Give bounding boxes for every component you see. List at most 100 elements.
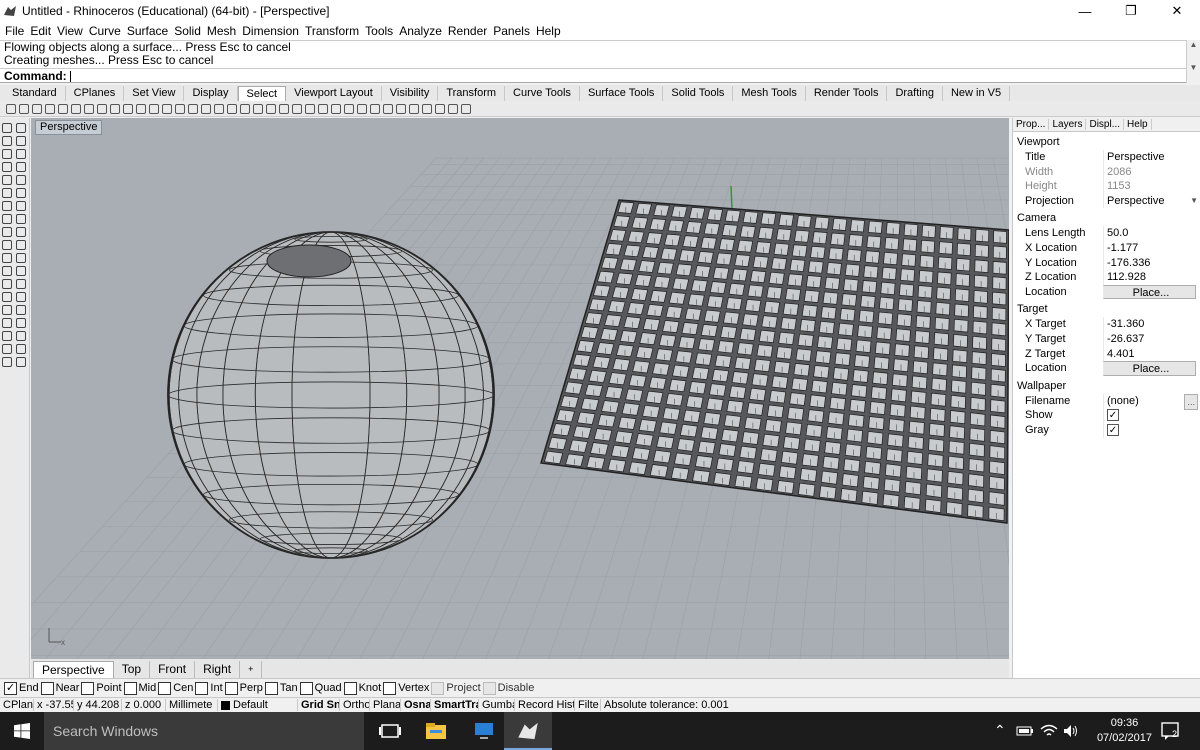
modeling-tool-icon[interactable] — [2, 227, 12, 237]
select-tool-icon[interactable] — [460, 103, 471, 114]
osnap-end[interactable]: ✓ End — [4, 681, 39, 695]
property-value[interactable]: Perspective — [1103, 150, 1200, 165]
select-tool-icon[interactable] — [135, 103, 146, 114]
scroll-up-icon[interactable]: ▲ — [1187, 40, 1200, 49]
modeling-tool-icon[interactable] — [16, 357, 26, 367]
action-center-icon[interactable]: 2 — [1160, 721, 1182, 741]
select-tool-icon[interactable] — [265, 103, 276, 114]
select-tool-icon[interactable] — [44, 103, 55, 114]
osnap-project[interactable]: Project — [431, 681, 481, 695]
select-tool-icon[interactable] — [434, 103, 445, 114]
modeling-tool-icon[interactable] — [2, 123, 12, 133]
units[interactable]: Millimete — [166, 699, 218, 711]
menu-solid[interactable]: Solid — [174, 24, 201, 38]
menu-surface[interactable]: Surface — [127, 24, 168, 38]
select-tool-icon[interactable] — [330, 103, 341, 114]
osnap-knot[interactable]: Knot — [343, 681, 381, 695]
modeling-tool-icon[interactable] — [16, 149, 26, 159]
tab-curve-tools[interactable]: Curve Tools — [505, 86, 580, 101]
select-tool-icon[interactable] — [70, 103, 81, 114]
select-tool-icon[interactable] — [421, 103, 432, 114]
modeling-tool-icon[interactable] — [16, 266, 26, 276]
modeling-tool-icon[interactable] — [16, 253, 26, 263]
menu-help[interactable]: Help — [536, 24, 561, 38]
tab-transform[interactable]: Transform — [438, 86, 506, 101]
osnap-checkbox[interactable] — [299, 681, 313, 695]
osnap-tan[interactable]: Tan — [264, 681, 298, 695]
filter-toggle[interactable]: Filte — [575, 699, 601, 711]
taskbar-clock[interactable]: 09:36 07/02/2017 — [1097, 716, 1152, 746]
scroll-down-icon[interactable]: ▼ — [1187, 63, 1200, 72]
tab-select[interactable]: Select — [237, 86, 287, 101]
modeling-tool-icon[interactable] — [2, 214, 12, 224]
tab-cplanes[interactable]: CPlanes — [66, 86, 125, 101]
osnap-checkbox[interactable]: ✓ — [4, 681, 17, 695]
current-layer[interactable]: Default — [218, 699, 298, 711]
cplane-label[interactable]: CPlane — [0, 699, 34, 711]
osnap-checkbox[interactable] — [40, 681, 54, 695]
menu-transform[interactable]: Transform — [305, 24, 359, 38]
menu-tools[interactable]: Tools — [365, 24, 393, 38]
command-scrollbar[interactable]: ▲ ▼ — [1186, 40, 1200, 83]
osnap-vertex[interactable]: Vertex — [383, 681, 429, 695]
modeling-tool-icon[interactable] — [2, 175, 12, 185]
menu-edit[interactable]: Edit — [30, 24, 51, 38]
property-value[interactable]: Perspective ▼ — [1103, 193, 1200, 209]
modeling-tool-icon[interactable] — [16, 331, 26, 341]
modeling-tool-icon[interactable] — [16, 123, 26, 133]
property-value[interactable]: -26.637 — [1103, 331, 1200, 347]
select-tool-icon[interactable] — [5, 103, 16, 114]
tab-mesh-tools[interactable]: Mesh Tools — [733, 86, 806, 101]
select-tool-icon[interactable] — [356, 103, 367, 114]
volume-icon[interactable] — [1062, 723, 1080, 739]
browse-button[interactable]: ... — [1184, 393, 1198, 410]
tab-right[interactable]: Right — [195, 661, 241, 678]
modeling-tool-icon[interactable] — [2, 149, 12, 159]
modeling-tool-icon[interactable] — [16, 175, 26, 185]
modeling-tool-icon[interactable] — [2, 188, 12, 198]
tab-front[interactable]: Front — [150, 661, 196, 678]
osnap-checkbox[interactable] — [264, 681, 278, 695]
select-tool-icon[interactable] — [369, 103, 380, 114]
ortho-toggle[interactable]: Ortho — [340, 699, 370, 711]
modeling-tool-icon[interactable] — [16, 227, 26, 237]
tab-visibility[interactable]: Visibility — [382, 86, 439, 101]
select-tool-icon[interactable] — [395, 103, 406, 114]
tab-perspective[interactable]: Perspective — [33, 661, 114, 678]
modeling-tool-icon[interactable] — [2, 253, 12, 263]
tab-properties[interactable]: Prop... — [1013, 119, 1050, 130]
select-tool-icon[interactable] — [187, 103, 198, 114]
modeling-tool-icon[interactable] — [16, 214, 26, 224]
select-tool-icon[interactable] — [161, 103, 172, 114]
tab-render-tools[interactable]: Render Tools — [806, 86, 888, 101]
tab-viewport-layout[interactable]: Viewport Layout — [286, 86, 382, 101]
osnap-near[interactable]: Near — [40, 681, 79, 695]
osnap-checkbox[interactable] — [343, 681, 357, 695]
checkbox-checked-icon[interactable]: ✓ — [1107, 424, 1119, 436]
chevron-down-icon[interactable]: ▼ — [1190, 194, 1198, 208]
display-app-icon[interactable] — [472, 719, 496, 743]
modeling-tool-icon[interactable] — [2, 162, 12, 172]
modeling-tool-icon[interactable] — [2, 318, 12, 328]
select-tool-icon[interactable] — [148, 103, 159, 114]
tab-layers[interactable]: Layers — [1049, 119, 1087, 130]
osnap-toggle[interactable]: Osna — [401, 699, 431, 711]
tab-standard[interactable]: Standard — [4, 86, 66, 101]
modeling-tool-icon[interactable] — [2, 331, 12, 341]
osnap-int[interactable]: Int — [195, 681, 223, 695]
planar-toggle[interactable]: Planar — [370, 699, 401, 711]
modeling-tool-icon[interactable] — [2, 292, 12, 302]
select-tool-icon[interactable] — [174, 103, 185, 114]
select-tool-icon[interactable] — [226, 103, 237, 114]
file-explorer-icon[interactable] — [424, 719, 448, 743]
osnap-disable[interactable]: Disable — [482, 681, 534, 695]
modeling-tool-icon[interactable] — [16, 188, 26, 198]
minimize-button[interactable]: — — [1062, 0, 1108, 22]
start-button[interactable] — [0, 712, 44, 750]
select-tool-icon[interactable] — [57, 103, 68, 114]
taskbar-search-box[interactable]: Search Windows — [44, 712, 364, 750]
property-value[interactable]: 4.401 — [1103, 346, 1200, 362]
osnap-checkbox[interactable] — [224, 681, 238, 695]
modeling-tool-icon[interactable] — [16, 136, 26, 146]
osnap-checkbox[interactable] — [195, 681, 209, 695]
